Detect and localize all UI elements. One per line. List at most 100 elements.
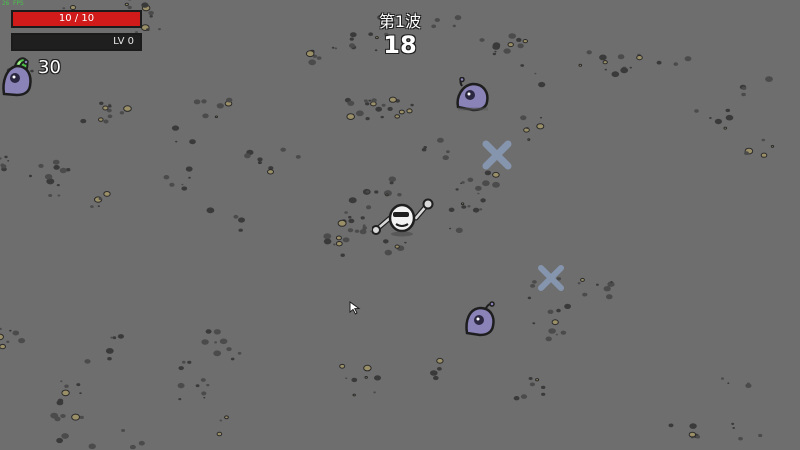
ground-pebble [360,216,365,220]
ground-pebble [124,2,129,7]
ground-pebble [364,376,368,379]
ground-pebble [529,382,536,387]
ground-pebble [410,103,414,107]
ground-pebble [545,336,552,342]
ground-pebble [723,126,728,130]
ground-pebble [744,151,749,156]
ground-pebble [363,99,368,103]
ground-pebble [226,97,233,103]
ground-pebble [308,59,317,66]
ground-pebble [606,294,613,300]
ground-pebble [604,68,607,71]
player-character [372,198,434,237]
ground-pebble [551,319,559,326]
ground-pebble [388,96,397,103]
ground-pebble [691,436,694,439]
ground-pebble [84,359,91,364]
ground-pebble [305,50,315,58]
ground-pebble [335,235,342,241]
ground-pebble [503,48,511,54]
ground-pebble [105,348,114,354]
ground-pebble [446,150,450,154]
ground-pebble [371,98,377,103]
ground-pebble [761,138,766,142]
ground-pebble [423,146,428,149]
ground-pebble [532,322,536,325]
ground-pebble [617,54,625,60]
ground-pebble [44,174,53,180]
ground-pebble [347,228,354,233]
arrow-cursor-icon [349,301,361,315]
ground-pebble [337,219,347,227]
ground-pebble [389,181,394,185]
ground-pebble [527,296,532,300]
ground-pebble [323,233,332,240]
ground-pebble [709,117,712,119]
ground-pebble [508,33,516,39]
ground-pebble [448,207,455,212]
ground-pebble [348,215,352,219]
ground-pebble [580,277,585,282]
ground-pebble [437,367,442,371]
ground-pebble [577,282,581,285]
ground-pebble [169,182,175,187]
ground-pebble [689,423,697,429]
baby-alien-enemy [465,301,495,337]
ground-pebble [201,391,207,396]
ground-pebble [331,46,335,49]
ground-pebble [107,357,112,361]
ground-pebble [0,333,4,341]
ground-pebble [741,92,746,97]
ground-pebble [230,357,235,361]
ground-pebble [620,67,629,74]
ground-pebble [80,118,87,124]
ground-pebble [203,396,206,399]
ground-pebble [380,115,384,119]
ground-pebble [381,103,386,107]
ground-pebble [535,378,540,382]
ground-pebble [38,163,44,168]
ground-pebble [538,81,546,88]
ground-pebble [206,383,210,387]
ground-pebble [394,114,401,119]
ground-pebble [530,284,536,288]
ground-pebble [28,174,33,178]
baby-alien-enemy [456,77,489,112]
level-text: LV 0 [113,36,134,47]
ground-pebble [673,62,679,66]
ground-pebble [388,176,396,182]
ground-pebble [71,413,80,421]
ground-pebble [187,360,192,364]
ground-pebble [50,412,59,419]
ground-pebble [0,164,7,169]
ground-pebble [461,181,465,184]
ground-pebble [188,176,191,179]
ground-pebble [354,229,360,233]
ground-pebble [205,329,212,334]
ground-pebble [0,343,6,350]
ground-pebble [556,308,561,313]
ground-pebble [455,188,459,191]
ground-pebble [103,191,111,197]
ground-pebble [69,5,77,10]
ground-pebble [244,153,251,159]
ground-pebble [181,183,184,186]
ground-pebble [732,427,735,429]
health-bar: 10 / 10 [11,10,142,28]
fps-counter: 26 FPS [2,0,24,7]
ground-pebble [656,60,662,65]
ground-pebble [547,309,554,314]
ground-pebble [541,385,546,389]
ground-pebble [340,253,345,257]
ground-pebble [121,429,126,432]
ground-pebble [219,419,223,422]
ground-pebble [555,333,559,336]
ground-pebble [375,106,383,112]
ground-pebble [520,394,528,399]
ground-pebble [582,292,588,297]
ground-pebble [237,351,242,355]
ground-pebble [479,208,483,211]
ground-pebble [99,101,104,106]
ground-pebble [158,28,161,31]
ground-pebble [758,433,763,438]
